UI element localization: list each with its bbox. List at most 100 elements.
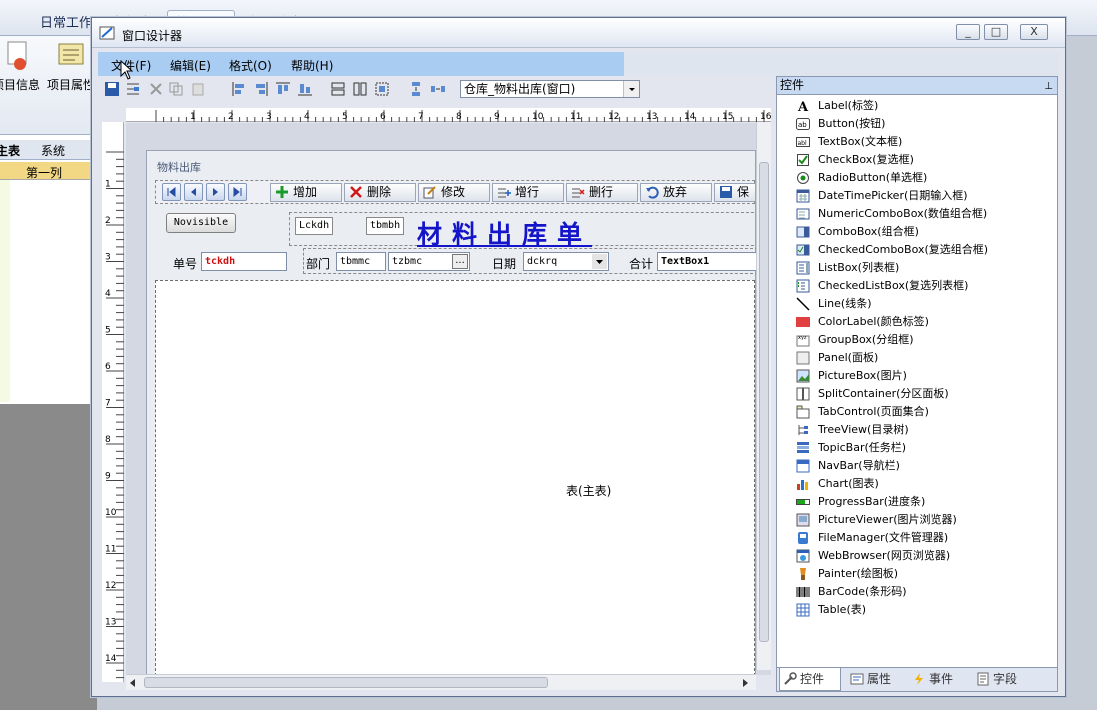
control-item[interactable]: CheckedComboBox(复选组合框) — [796, 241, 1051, 259]
bumen-name-field[interactable]: tbmmc — [336, 252, 386, 271]
control-item[interactable]: ProgressBar(进度条) — [796, 493, 1051, 511]
control-item[interactable]: ab Button(按钮) — [796, 115, 1051, 133]
control-item[interactable]: SplitContainer(分区面板) — [796, 385, 1051, 403]
control-item[interactable]: PictureViewer(图片浏览器) — [796, 511, 1051, 529]
align-bottom-icon[interactable] — [297, 81, 313, 97]
vertical-scrollbar[interactable] — [756, 122, 771, 670]
tab-fields[interactable]: 字段 — [973, 668, 1033, 691]
ribbon-project-info[interactable]: 项目信息 — [0, 76, 40, 93]
control-item[interactable]: DateTimePicker(日期输入框) — [796, 187, 1051, 205]
form-toolbar[interactable]: 增加 删除 修改 增行 删行 放弃 保 — [155, 180, 756, 204]
lckdh-label[interactable]: Lckdh — [295, 217, 333, 235]
tbmbh-label[interactable]: tbmbh — [366, 217, 404, 235]
ruler-vertical-ticks: 1234567891011121314 — [105, 151, 124, 679]
control-item[interactable]: TabControl(页面集合) — [796, 403, 1051, 421]
control-item[interactable]: ListBox(列表框) — [796, 259, 1051, 277]
control-item[interactable]: Painter(绘图板) — [796, 565, 1051, 583]
minimize-button[interactable]: _ — [956, 24, 980, 40]
designed-form[interactable]: 物料出库 增加 删除 修改 增行 删行 放弃 保 Novisible Lckdh… — [146, 150, 759, 676]
danhao-field[interactable]: tckdh — [201, 252, 287, 271]
delete-button[interactable]: 删除 — [344, 183, 416, 202]
delete-row-button[interactable]: 删行 — [566, 183, 638, 202]
strip-tab-system[interactable]: 系统 — [41, 142, 65, 159]
chevron-down-icon[interactable] — [592, 254, 607, 269]
control-item[interactable]: abl TextBox(文本框) — [796, 133, 1051, 151]
column-header-first[interactable]: 第一列 — [26, 164, 62, 181]
chevron-down-icon[interactable] — [623, 81, 639, 97]
paste-icon[interactable] — [190, 81, 206, 97]
menu-help[interactable]: 帮助(H) — [291, 57, 333, 74]
save-icon[interactable] — [104, 81, 120, 97]
bg-tab-daily[interactable]: 日常工作 — [40, 12, 92, 31]
form-selector-dropdown[interactable]: 仓库_物料出库(窗口) — [460, 80, 640, 98]
vertical-spacing-icon[interactable] — [408, 81, 424, 97]
control-item[interactable]: TreeView(目录树) — [796, 421, 1051, 439]
same-size-icon[interactable] — [374, 81, 390, 97]
add-row-button[interactable]: 增行 — [492, 183, 564, 202]
copy-icon[interactable] — [168, 81, 184, 97]
same-width-icon[interactable] — [330, 81, 346, 97]
maximize-button[interactable]: □ — [984, 24, 1008, 40]
control-item[interactable]: Line(线条) — [796, 295, 1051, 313]
same-height-icon[interactable] — [352, 81, 368, 97]
control-item[interactable]: CheckedListBox(复选列表框) — [796, 277, 1051, 295]
control-item[interactable]: Panel(面板) — [796, 349, 1051, 367]
edit-button[interactable]: 修改 — [418, 183, 490, 202]
svg-text:abl: abl — [798, 140, 807, 147]
horizontal-spacing-icon[interactable] — [430, 81, 446, 97]
cancel-button[interactable]: 放弃 — [640, 183, 712, 202]
align-right-icon[interactable] — [253, 81, 269, 97]
panel-icon — [796, 351, 810, 365]
designer-app-icon — [99, 26, 115, 40]
controls-panel-header[interactable]: 控件 ⊥ — [777, 77, 1057, 95]
control-item[interactable]: PictureBox(图片) — [796, 367, 1051, 385]
tab-order-icon[interactable] — [125, 81, 141, 97]
control-item[interactable]: Table(表) — [796, 601, 1051, 619]
align-left-icon[interactable] — [231, 81, 247, 97]
scroll-right-icon[interactable] — [740, 678, 750, 688]
bumen-browse-button[interactable]: ... — [452, 254, 468, 269]
menu-edit[interactable]: 编辑(E) — [170, 57, 211, 74]
novisible-button[interactable]: Novisible — [166, 213, 236, 233]
control-item[interactable]: RadioButton(单选框) — [796, 169, 1051, 187]
control-item[interactable]: NumericComboBox(数值组合框) — [796, 205, 1051, 223]
nav-prev-button[interactable] — [184, 183, 203, 201]
control-item[interactable]: CheckBox(复选框) — [796, 151, 1051, 169]
close-button[interactable]: X — [1020, 24, 1048, 40]
strip-tab-main[interactable]: 主表 — [0, 142, 20, 159]
riqi-field[interactable]: dckrq — [523, 252, 609, 271]
vertical-scroll-thumb[interactable] — [759, 162, 769, 642]
cut-icon[interactable] — [148, 81, 164, 97]
control-item[interactable]: Chart(图表) — [796, 475, 1051, 493]
align-top-icon[interactable] — [275, 81, 291, 97]
control-item[interactable]: FileManager(文件管理器) — [796, 529, 1051, 547]
nav-next-button[interactable] — [206, 183, 225, 201]
pin-icon[interactable]: ⊥ — [1044, 79, 1053, 95]
window-titlebar[interactable]: 窗口设计器 _ □ X — [92, 18, 1065, 48]
horizontal-scroll-thumb[interactable] — [144, 677, 548, 688]
nav-first-button[interactable] — [162, 183, 181, 201]
main-table-grid[interactable]: 表(主表) — [155, 280, 755, 676]
control-item[interactable]: A Label(标签) — [796, 97, 1051, 115]
add-button[interactable]: 增加 — [270, 183, 342, 202]
heji-field[interactable]: TextBox1 — [657, 252, 757, 271]
form-title[interactable]: 材料出库单 — [417, 215, 592, 251]
control-item[interactable]: NavBar(导航栏) — [796, 457, 1051, 475]
control-item[interactable]: BarCode(条形码) — [796, 583, 1051, 601]
tab-properties[interactable]: 属性 — [847, 668, 907, 691]
tab-controls[interactable]: 控件 — [779, 668, 841, 691]
background-row-indicator — [0, 180, 10, 402]
horizontal-scrollbar[interactable] — [126, 674, 756, 690]
tab-events[interactable]: 事件 — [909, 668, 969, 691]
control-item-label: CheckedComboBox(复选组合框) — [818, 243, 989, 256]
nav-last-button[interactable] — [228, 183, 247, 201]
save-form-button[interactable]: 保存 — [714, 183, 756, 202]
scroll-left-icon[interactable] — [128, 678, 138, 688]
control-item[interactable]: WebBrowser(网页浏览器) — [796, 547, 1051, 565]
control-item[interactable]: TopicBar(任务栏) — [796, 439, 1051, 457]
ribbon-project-property[interactable]: 项目属性 — [47, 76, 95, 93]
control-item[interactable]: ColorLabel(颜色标签) — [796, 313, 1051, 331]
control-item[interactable]: ComboBox(组合框) — [796, 223, 1051, 241]
menu-format[interactable]: 格式(O) — [229, 57, 272, 74]
control-item[interactable]: xyz GroupBox(分组框) — [796, 331, 1051, 349]
